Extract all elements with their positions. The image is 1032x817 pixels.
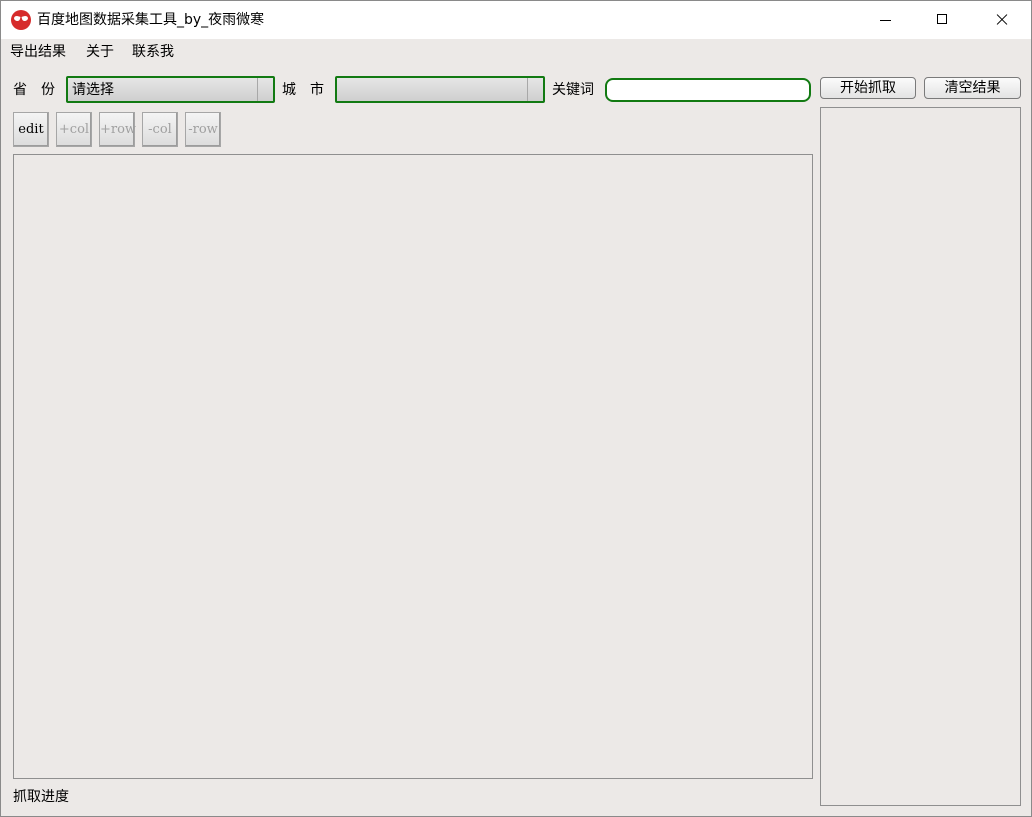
- menu-contact[interactable]: 联系我: [132, 43, 174, 61]
- menu-about[interactable]: 关于: [86, 43, 114, 61]
- log-panel[interactable]: [820, 107, 1021, 806]
- dropdown-arrow-icon[interactable]: [257, 78, 273, 101]
- window-title: 百度地图数据采集工具_by_夜雨微寒: [37, 12, 265, 28]
- province-select[interactable]: 请选择: [66, 76, 275, 103]
- progress-label: 抓取进度: [13, 789, 69, 805]
- maximize-icon[interactable]: [919, 1, 965, 39]
- menu-bar: 导出结果 关于 联系我: [1, 39, 1031, 65]
- results-table[interactable]: [13, 154, 813, 779]
- title-bar[interactable]: 百度地图数据采集工具_by_夜雨微寒: [1, 1, 1031, 39]
- city-label: 城 市: [282, 82, 324, 98]
- app-window: 百度地图数据采集工具_by_夜雨微寒 导出结果 关于 联系我 省 份 请选择 城…: [0, 0, 1032, 817]
- keyword-input[interactable]: [605, 78, 811, 102]
- dropdown-arrow-icon[interactable]: [527, 78, 543, 101]
- minimize-icon[interactable]: [863, 1, 909, 39]
- menu-export[interactable]: 导出结果: [10, 43, 66, 61]
- province-label: 省 份: [13, 82, 55, 98]
- city-select[interactable]: [335, 76, 545, 103]
- province-value: 请选择: [72, 82, 114, 98]
- start-crawl-button[interactable]: 开始抓取: [820, 77, 916, 99]
- edit-button[interactable]: edit: [13, 112, 49, 147]
- del-row-button[interactable]: -row: [185, 112, 221, 147]
- clear-results-button[interactable]: 清空结果: [924, 77, 1021, 99]
- close-icon[interactable]: [979, 1, 1025, 39]
- add-row-button[interactable]: +row: [99, 112, 136, 147]
- keyword-label: 关键词: [552, 82, 594, 98]
- add-col-button[interactable]: +col: [56, 112, 92, 147]
- spider-mask-icon: [11, 10, 31, 30]
- del-col-button[interactable]: -col: [142, 112, 178, 147]
